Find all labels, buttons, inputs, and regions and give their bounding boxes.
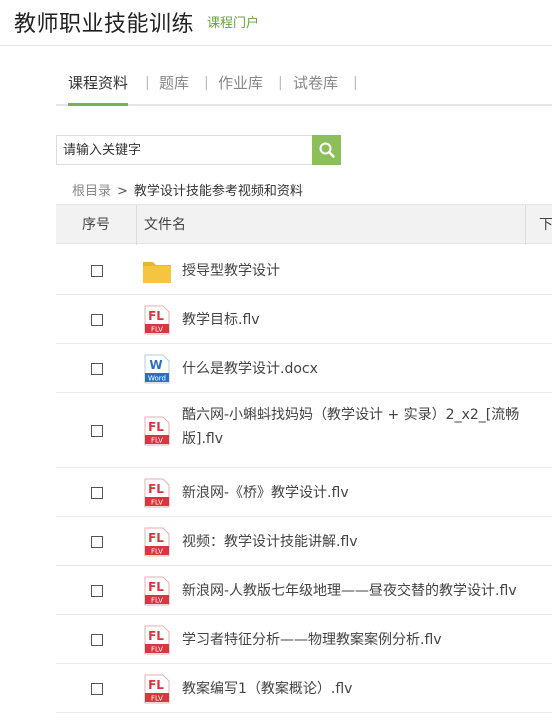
course-portal-link[interactable]: 课程门户 [207,12,259,31]
flv-icon-label: FLV [151,436,163,444]
file-row[interactable]: FL FLV 新浪网-人教版七年级地理——昼夜交替的教学设计.flv [56,566,552,615]
tab-exam-bank[interactable]: 试卷库 [293,62,338,104]
flv-icon-letters: FL [148,420,164,434]
file-name-link[interactable]: 新浪网-人教版七年级地理——昼夜交替的教学设计.flv [182,579,552,603]
tab-homework-bank[interactable]: 作业库 [218,62,263,104]
tab-separator: | [353,75,358,91]
flv-file-icon: FL FLV [142,674,172,704]
file-row[interactable]: FL FLV 教学目标.flv [56,295,552,344]
file-name-link[interactable]: 酷六网-小蝌蚪找妈妈（教学设计 + 实录）2_x2_[流畅版].flv [182,403,552,451]
row-checkbox[interactable] [91,535,103,548]
search-bar [56,135,341,165]
column-header-download: 下 [539,217,552,233]
row-checkbox[interactable] [91,682,103,695]
flv-icon-letters: FL [148,678,164,692]
breadcrumb-root-link[interactable]: 根目录 [72,184,111,199]
file-row[interactable]: W Word 什么是教学设计.docx [56,344,552,393]
flv-icon-label: FLV [151,498,163,506]
file-row[interactable]: FL FLV 酷六网-小蝌蚪找妈妈（教学设计 + 实录）2_x2_[流畅版].flv [56,393,552,468]
breadcrumb: 根目录 > 教学设计技能参考视频和资料 [72,180,303,199]
flv-icon-label: FLV [151,596,163,604]
folder-icon [142,256,172,286]
file-row[interactable]: FL FLV 视频：教学设计技能讲解.flv [56,517,552,566]
row-checkbox[interactable] [91,313,103,326]
word-icon-label: Word [148,374,166,382]
search-icon [319,142,335,158]
word-file-icon: W Word [142,354,172,384]
tab-separator: | [145,75,150,91]
tab-course-materials[interactable]: 课程资料 [68,62,129,106]
flv-icon-label: FLV [151,547,163,555]
file-name-link[interactable]: 学习者特征分析——物理教案案例分析.flv [182,628,552,652]
search-button[interactable] [312,135,341,165]
column-divider [136,205,137,245]
flv-file-icon: FL FLV [142,576,172,606]
row-checkbox[interactable] [91,424,103,437]
flv-icon-label: FLV [151,694,163,702]
flv-file-icon: FL FLV [142,416,172,446]
flv-icon-letters: FL [148,482,164,496]
search-input[interactable] [56,135,312,165]
tab-question-bank[interactable]: 题库 [159,62,189,104]
flv-icon-letters: FL [148,309,164,323]
flv-icon-letters: FL [148,580,164,594]
flv-file-icon: FL FLV [142,305,172,335]
file-name-link[interactable]: 教案编写1（教案概论）.flv [182,677,552,701]
file-row[interactable]: FL FLV 教案编写1（教案概论）.flv [56,664,552,713]
page-header: 教师职业技能训练 课程门户 [0,0,552,46]
flv-file-icon: FL FLV [142,527,172,557]
row-checkbox[interactable] [91,362,103,375]
column-header-filename: 文件名 [144,217,186,233]
file-list: 授导型教学设计 FL FLV 教学目标.flv W Word 什么是教学设计.docx FL F… [56,246,552,713]
flv-icon-label: FLV [151,325,163,333]
file-name-link[interactable]: 视频：教学设计技能讲解.flv [182,530,552,554]
file-row[interactable]: FL FLV 新浪网-《桥》教学设计.flv [56,468,552,517]
file-row[interactable]: FL FLV 学习者特征分析——物理教案案例分析.flv [56,615,552,664]
file-name-link[interactable]: 教学目标.flv [182,308,552,332]
file-name-link[interactable]: 什么是教学设计.docx [182,357,552,381]
breadcrumb-current: 教学设计技能参考视频和资料 [133,184,303,199]
course-title: 教师职业技能训练 [14,12,195,37]
column-divider [525,205,526,245]
row-checkbox[interactable] [91,584,103,597]
tab-separator: | [204,75,209,91]
row-checkbox[interactable] [91,486,103,499]
flv-icon-label: FLV [151,645,163,653]
resource-tabs: 课程资料 | 题库 | 作业库 | 试卷库 | [56,62,552,106]
row-checkbox[interactable] [91,633,103,646]
flv-file-icon: FL FLV [142,478,172,508]
file-name-link[interactable]: 新浪网-《桥》教学设计.flv [182,481,552,505]
row-checkbox[interactable] [91,264,103,277]
flv-file-icon: FL FLV [142,625,172,655]
tab-separator: | [278,75,283,91]
table-header: 序号 文件名 下 [56,204,552,245]
flv-icon-letters: FL [148,629,164,643]
breadcrumb-separator: > [117,184,128,199]
flv-icon-letters: FL [148,531,164,545]
file-name-link[interactable]: 授导型教学设计 [182,259,552,283]
file-row[interactable]: 授导型教学设计 [56,246,552,295]
column-header-index: 序号 [82,217,110,233]
word-icon-letter: W [149,358,162,372]
